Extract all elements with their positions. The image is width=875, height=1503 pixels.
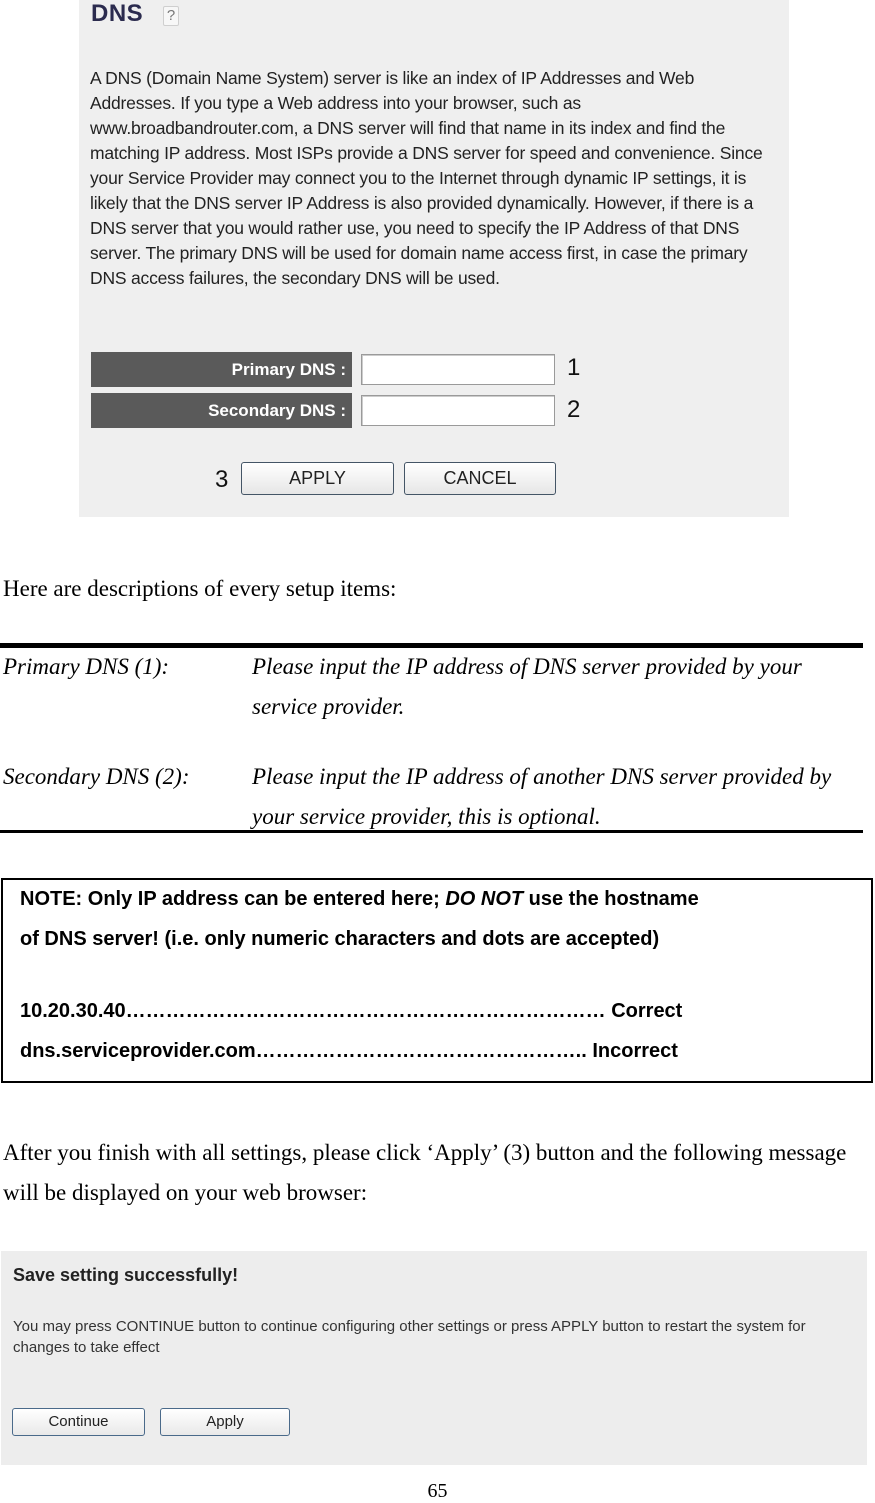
dns-title: DNS (91, 0, 144, 27)
help-icon[interactable]: ? (163, 6, 179, 26)
note-emphasis: DO NOT (445, 888, 524, 910)
primary-dns-label: Primary DNS : (91, 352, 352, 387)
intro-text: Here are descriptions of every setup ite… (3, 576, 397, 601)
callout-marker-2: 2 (567, 396, 581, 423)
dns-settings-panel: DNS ? A DNS (Domain Name System) server … (79, 0, 789, 517)
note-suffix: use the hostname (523, 888, 699, 910)
description-term: Secondary DNS (2): (3, 764, 190, 789)
note-box: NOTE: Only IP address can be entered her… (1, 878, 873, 1083)
description-definition: Please input the IP address of DNS serve… (252, 654, 802, 719)
after-text: After you finish with all settings, plea… (3, 1140, 847, 1205)
save-success-panel: Save setting successfully! You may press… (1, 1251, 867, 1465)
example-correct: 10.20.30.40……………………………………………………………… Corr… (20, 1000, 683, 1022)
apply-button[interactable]: APPLY (241, 462, 394, 495)
success-title: Save setting successfully! (13, 1265, 239, 1285)
dns-description: A DNS (Domain Name System) server is lik… (90, 68, 763, 288)
cancel-button[interactable]: CANCEL (404, 462, 556, 495)
apply-button-success[interactable]: Apply (160, 1408, 290, 1436)
callout-marker-3: 3 (215, 466, 229, 493)
secondary-dns-label: Secondary DNS : (91, 393, 352, 428)
callout-marker-1: 1 (567, 354, 581, 381)
note-prefix: NOTE: Only IP address can be entered her… (20, 888, 446, 910)
secondary-dns-input[interactable] (361, 395, 555, 426)
page-number: 65 (427, 1480, 448, 1502)
description-term: Primary DNS (1): (3, 654, 170, 679)
note-line-1: NOTE: Only IP address can be entered her… (20, 888, 699, 911)
note-line-2: of DNS server! (i.e. only numeric charac… (20, 928, 660, 950)
example-incorrect: dns.serviceprovider.com………………………………………….… (20, 1040, 678, 1062)
description-definition: Please input the IP address of another D… (252, 764, 832, 829)
continue-button[interactable]: Continue (12, 1408, 145, 1436)
primary-dns-input[interactable] (361, 354, 555, 385)
table-bottom-rule (0, 830, 863, 833)
success-message: You may press CONTINUE button to continu… (13, 1318, 806, 1356)
